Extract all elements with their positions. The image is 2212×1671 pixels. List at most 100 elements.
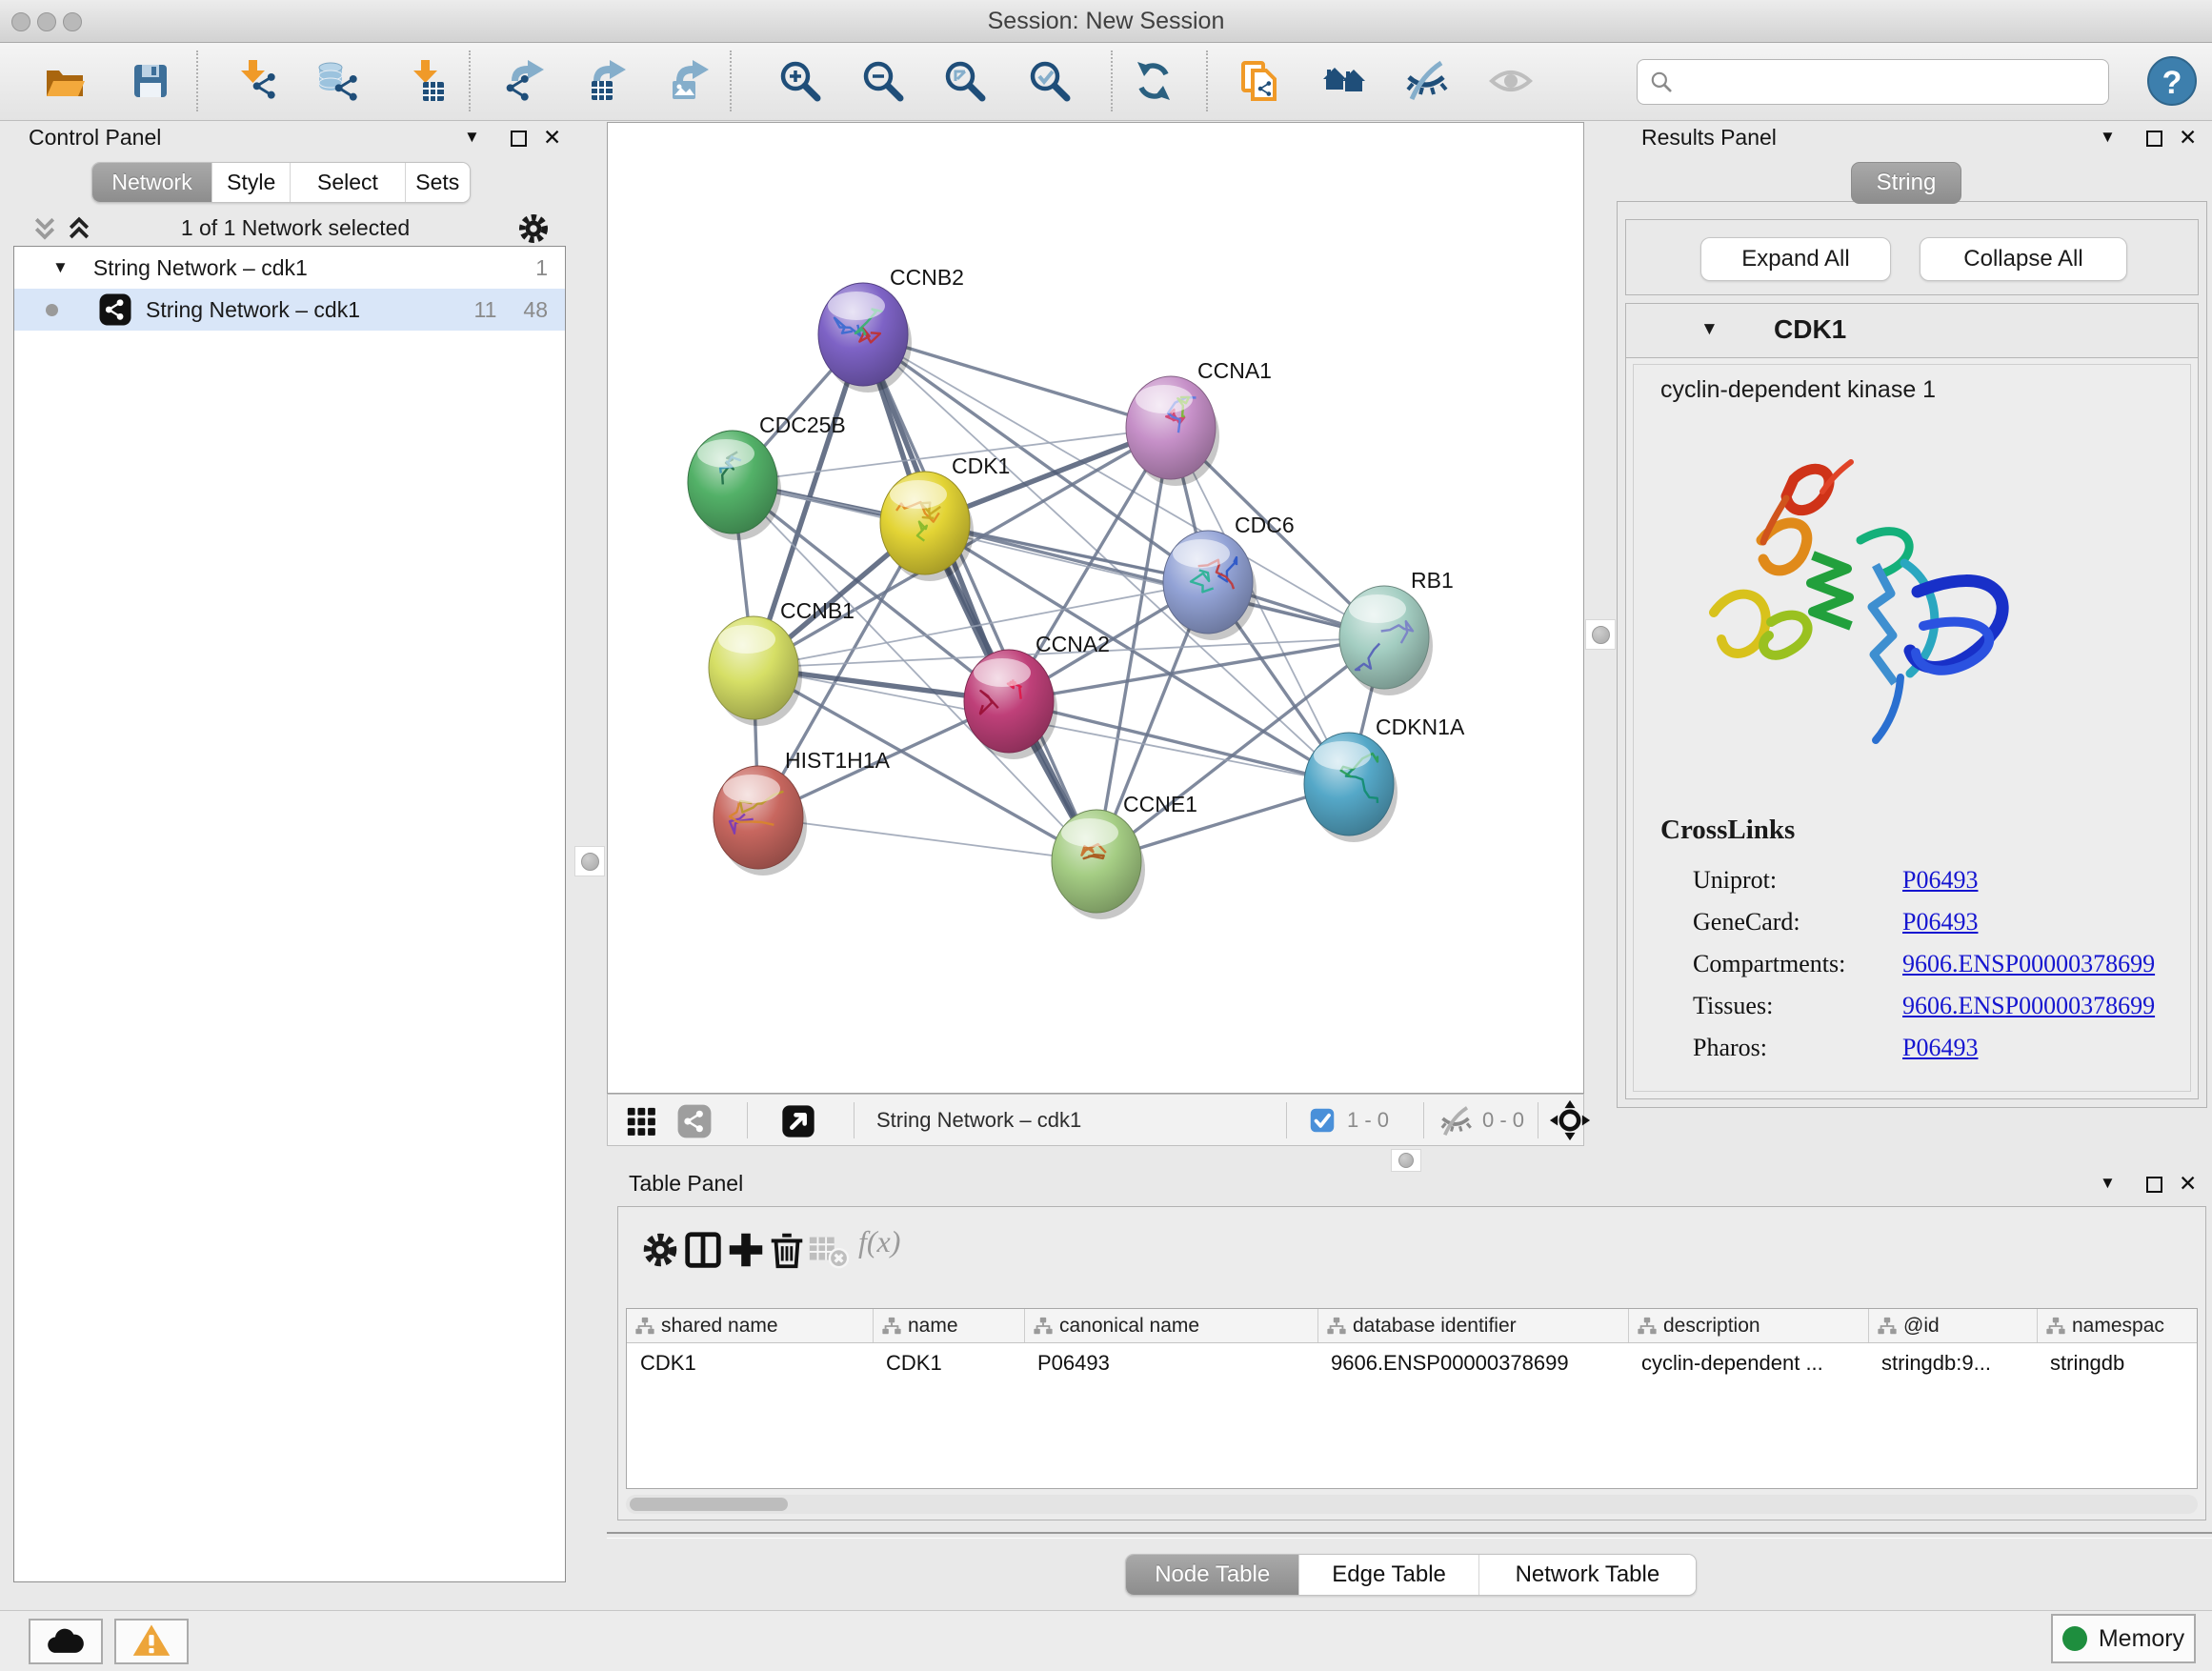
memory-button[interactable]: Memory <box>2051 1614 2196 1663</box>
column-type-icon <box>1326 1316 1347 1337</box>
column-header--id[interactable]: @id <box>1868 1309 2037 1342</box>
collapse-all-button[interactable]: Collapse All <box>1920 237 2127 281</box>
cloud-button[interactable] <box>29 1619 103 1664</box>
export-table-icon[interactable] <box>584 58 630 104</box>
control-panel-float-icon[interactable] <box>511 131 527 147</box>
fit-selection-crosshair-icon[interactable] <box>1549 1099 1591 1141</box>
tab-node-table[interactable]: Node Table <box>1126 1555 1298 1595</box>
zoom-fit-content-icon[interactable] <box>942 58 988 104</box>
column-header-shared-name[interactable]: shared name <box>627 1309 873 1342</box>
string-search-icon[interactable] <box>1321 58 1367 104</box>
detach-view-icon[interactable] <box>779 1102 817 1140</box>
network-canvas[interactable]: CCNB2CCNA1CDC25BCDK1CDC6RB1CCNB1CCNA2CDK… <box>607 122 1584 1094</box>
network-options-gear-icon[interactable] <box>514 210 553 248</box>
table-panel-float-icon[interactable] <box>2146 1177 2162 1193</box>
export-image-icon[interactable] <box>667 58 713 104</box>
results-panel-float-icon[interactable] <box>2146 131 2162 147</box>
export-network-icon[interactable] <box>502 58 548 104</box>
help-button[interactable]: ? <box>2147 56 2197 106</box>
tab-network-table[interactable]: Network Table <box>1478 1555 1696 1595</box>
column-header-canonical-name[interactable]: canonical name <box>1024 1309 1317 1342</box>
birds-eye-view-icon[interactable] <box>625 1105 657 1137</box>
left-divider-handle[interactable] <box>574 846 605 876</box>
node-CCNB2[interactable]: CCNB2 <box>818 265 964 393</box>
edge-CDK1-RB1[interactable] <box>925 523 1384 637</box>
warnings-button[interactable] <box>114 1619 189 1664</box>
new-network-from-selection-icon[interactable] <box>1237 58 1282 104</box>
table-cell[interactable]: stringdb:9... <box>1868 1343 2037 1383</box>
collection-expand-icon[interactable]: ▼ <box>52 258 69 277</box>
tab-string[interactable]: String <box>1851 162 1961 204</box>
tab-sets[interactable]: Sets <box>405 163 470 202</box>
tab-edge-table[interactable]: Edge Table <box>1298 1555 1478 1595</box>
results-panel-menu-icon[interactable]: ▼ <box>2100 128 2116 147</box>
node-CDC6[interactable]: CDC6 <box>1163 513 1295 640</box>
crosslink-value-link[interactable]: P06493 <box>1902 866 1978 895</box>
hidden-node-edge-counts: 0 - 0 <box>1482 1108 1524 1133</box>
control-panel-menu-icon[interactable]: ▼ <box>464 128 480 147</box>
table-body: CDK1CDK1P064939606.ENSP00000378699cyclin… <box>627 1343 2197 1383</box>
node-CDKN1A[interactable]: CDKN1A <box>1304 715 1465 842</box>
hidden-eye-icon[interactable] <box>1438 1104 1473 1138</box>
network-collection-row[interactable]: ▼ String Network – cdk1 1 <box>14 247 565 289</box>
node-RB1[interactable]: RB1 <box>1339 568 1454 695</box>
create-column-icon[interactable] <box>724 1228 768 1272</box>
bottom-divider-handle[interactable] <box>1391 1149 1421 1172</box>
protein-section-header[interactable]: ▼ CDK1 <box>1626 304 2198 358</box>
crosslink-value-link[interactable]: P06493 <box>1902 1034 1978 1062</box>
table-cell[interactable]: stringdb <box>2037 1343 2197 1383</box>
selected-checkbox-icon[interactable] <box>1309 1107 1336 1134</box>
delete-columns-icon[interactable] <box>765 1228 809 1272</box>
scrollbar-thumb[interactable] <box>630 1498 788 1511</box>
table-horizontal-scrollbar[interactable] <box>626 1495 2198 1514</box>
save-session-icon[interactable] <box>128 58 173 104</box>
zoom-selected-icon[interactable] <box>1027 58 1073 104</box>
column-header-description[interactable]: description <box>1628 1309 1868 1342</box>
expand-collapse-bar: Expand All Collapse All <box>1625 219 2199 295</box>
table-cell[interactable]: CDK1 <box>873 1343 1024 1383</box>
tab-network[interactable]: Network <box>92 163 211 202</box>
node-CCNA1[interactable]: CCNA1 <box>1126 358 1272 486</box>
show-columns-icon[interactable] <box>681 1228 725 1272</box>
import-network-from-file-icon[interactable] <box>235 58 281 104</box>
table-panel-close-icon[interactable]: ✕ <box>2179 1171 2197 1197</box>
expand-all-networks-icon[interactable] <box>63 213 95 242</box>
crosslink-value-link[interactable]: 9606.ENSP00000378699 <box>1902 950 2155 978</box>
column-header-namespac[interactable]: namespac <box>2037 1309 2197 1342</box>
collapse-all-networks-icon[interactable] <box>29 213 61 242</box>
results-panel-close-icon[interactable]: ✕ <box>2179 125 2197 151</box>
network-row[interactable]: String Network – cdk1 11 48 <box>14 289 565 331</box>
table-row[interactable]: CDK1CDK1P064939606.ENSP00000378699cyclin… <box>627 1343 2197 1383</box>
import-table-from-file-icon[interactable] <box>402 58 448 104</box>
crosslink-value-link[interactable]: P06493 <box>1902 908 1978 936</box>
edge-HIST1H1A-CCNE1[interactable] <box>758 817 1096 861</box>
crosslink-label: Pharos: <box>1693 1034 1902 1062</box>
column-header-name[interactable]: name <box>873 1309 1024 1342</box>
control-panel-close-icon[interactable]: ✕ <box>543 125 561 151</box>
apply-preferred-layout-icon[interactable] <box>1131 58 1176 104</box>
crosslink-value-link[interactable]: 9606.ENSP00000378699 <box>1902 992 2155 1020</box>
protein-collapse-icon[interactable]: ▼ <box>1700 319 1719 340</box>
search-input[interactable] <box>1683 69 2099 95</box>
tab-select[interactable]: Select <box>290 163 404 202</box>
open-session-icon[interactable] <box>42 58 88 104</box>
node-CCNB1[interactable]: CCNB1 <box>709 598 855 726</box>
table-cell[interactable]: P06493 <box>1024 1343 1317 1383</box>
zoom-out-icon[interactable] <box>860 58 906 104</box>
table-panel-menu-icon[interactable]: ▼ <box>2100 1174 2116 1193</box>
table-cell[interactable]: 9606.ENSP00000378699 <box>1317 1343 1628 1383</box>
table-options-gear-icon[interactable] <box>638 1228 682 1272</box>
node-HIST1H1A[interactable]: HIST1H1A <box>714 748 891 876</box>
edge-CCNB2-CCNE1[interactable] <box>863 334 1096 861</box>
column-type-icon <box>1877 1316 1898 1337</box>
expand-all-button[interactable]: Expand All <box>1700 237 1891 281</box>
table-cell[interactable]: CDK1 <box>627 1343 873 1383</box>
right-divider-handle[interactable] <box>1585 619 1616 650</box>
table-cell[interactable]: cyclin-dependent ... <box>1628 1343 1868 1383</box>
import-network-from-database-icon[interactable] <box>315 58 361 104</box>
node-CDC25B[interactable]: CDC25B <box>688 413 846 540</box>
column-header-database-identifier[interactable]: database identifier <box>1317 1309 1628 1342</box>
tab-style[interactable]: Style <box>211 163 290 202</box>
zoom-in-icon[interactable] <box>777 58 823 104</box>
enable-glass-ball-effect-icon[interactable] <box>1403 58 1449 104</box>
